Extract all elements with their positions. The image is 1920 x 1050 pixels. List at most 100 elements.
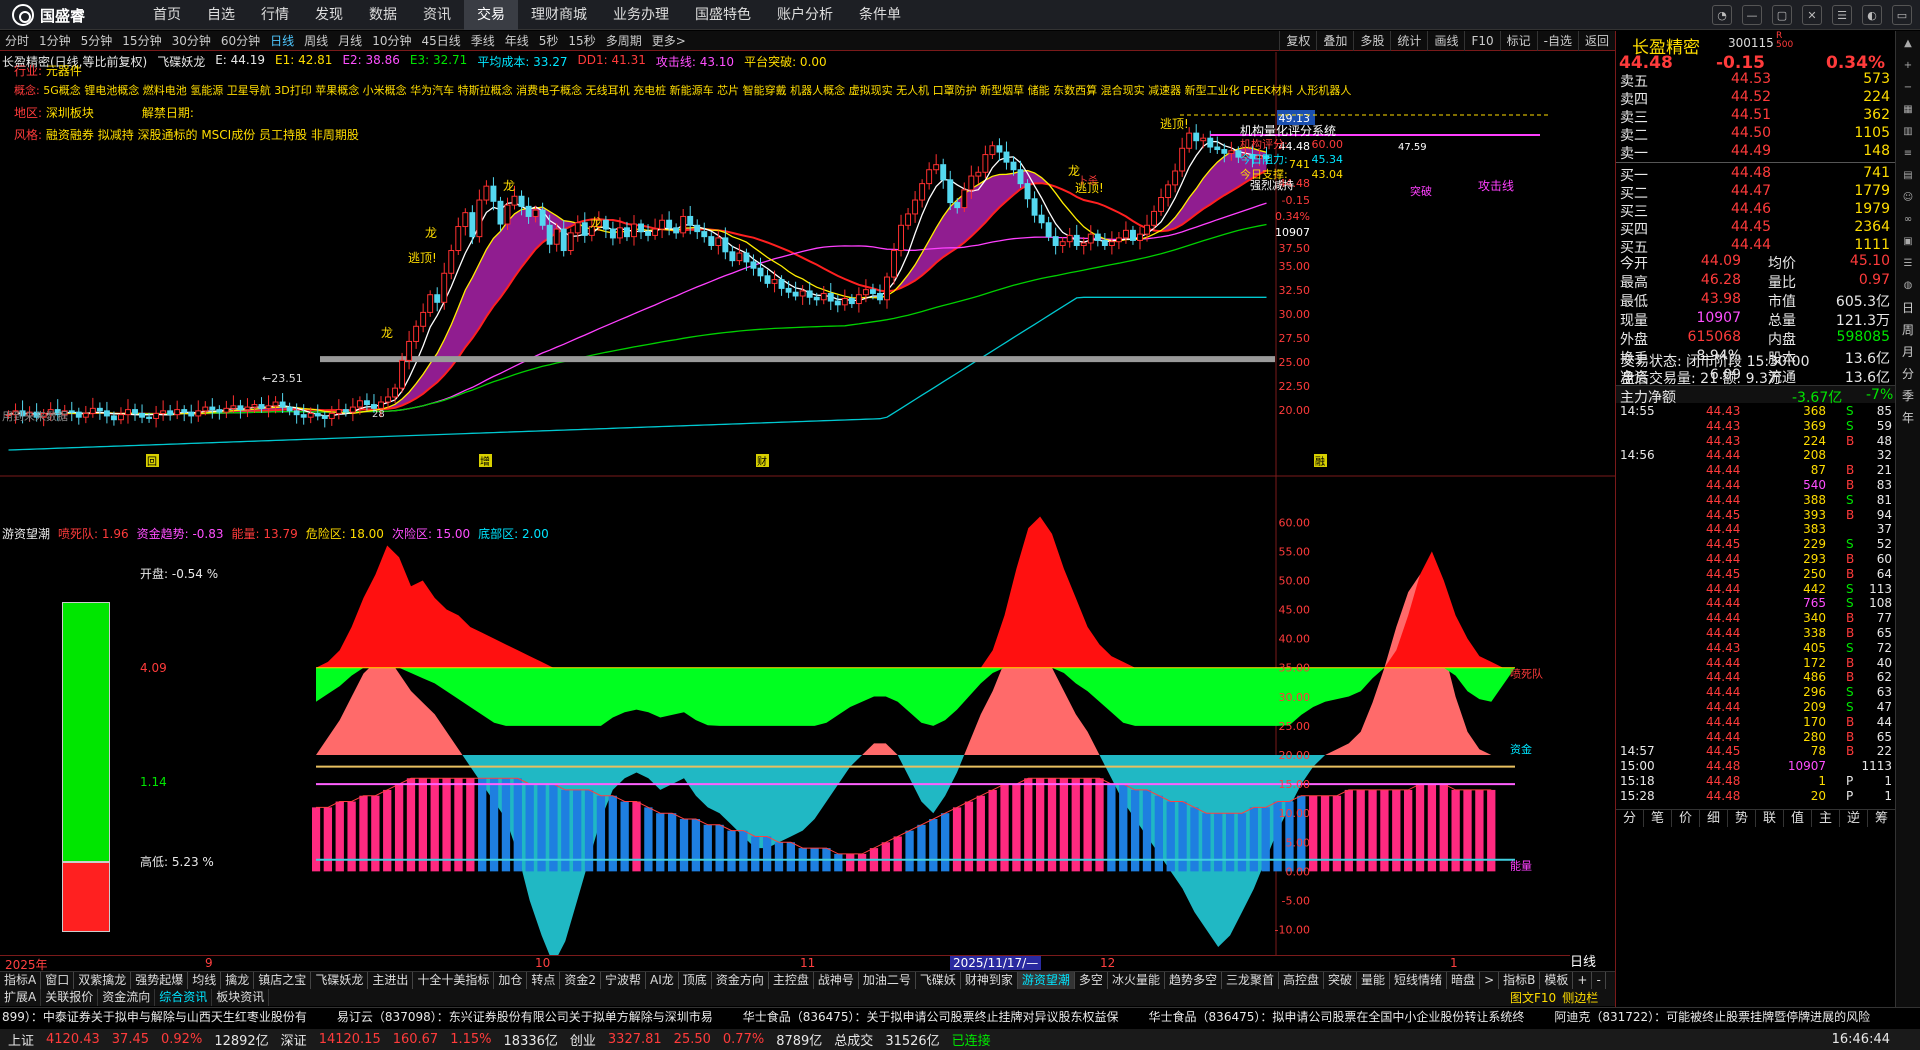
indicator-tab-12[interactable]: 资金2: [560, 972, 602, 989]
detail-tab-7[interactable]: 主: [1812, 810, 1840, 827]
indicator-tab-33[interactable]: 指标B: [1499, 972, 1541, 989]
indicator-tab-13[interactable]: 宁波帮: [601, 972, 647, 989]
period-tab-6[interactable]: 日线: [265, 31, 299, 50]
detail-tab-4[interactable]: 势: [1728, 810, 1756, 827]
indicator-tab-24[interactable]: 冰火量能: [1108, 972, 1165, 989]
indicator-tab-0[interactable]: 指标A: [0, 972, 42, 989]
period-tab-15[interactable]: 多周期: [601, 31, 647, 50]
f10-link[interactable]: 图文F10: [1510, 989, 1556, 1006]
indicator-tab-32[interactable]: >: [1480, 972, 1500, 989]
side-period-5[interactable]: 年: [1899, 409, 1917, 427]
indicator-tab-26[interactable]: 三龙聚首: [1222, 972, 1279, 989]
indicator-tab-28[interactable]: 突破: [1324, 972, 1358, 989]
menu-icon[interactable]: ▭: [1892, 5, 1912, 25]
indicator-tab-9[interactable]: 十全十美指标: [413, 972, 495, 989]
indicator-tab-34[interactable]: 模板: [1540, 972, 1574, 989]
list-icon[interactable]: ≡: [1899, 145, 1917, 163]
indicator-tab-7[interactable]: 飞碟妖龙: [311, 972, 369, 989]
restore-icon[interactable]: ▢: [1772, 5, 1792, 25]
cy-label[interactable]: 创业: [570, 1030, 596, 1049]
indicator-tab-18[interactable]: 战神号: [814, 972, 859, 989]
period-tab-2[interactable]: 5分钟: [76, 31, 118, 50]
indicator-tab-1[interactable]: 窗口: [41, 972, 75, 989]
tool-4[interactable]: 画线: [1427, 31, 1464, 51]
indicator-tab-25[interactable]: 趋势多空: [1165, 972, 1222, 989]
nav-item-11[interactable]: 条件单: [846, 0, 914, 30]
ticker-item-0[interactable]: 899）：中泰证券关于拟申与解除与山西天生红枣业股份有: [2, 1008, 307, 1029]
close-icon[interactable]: ✕: [1802, 5, 1822, 25]
chart-icon[interactable]: ▥: [1899, 123, 1917, 141]
detail-tab-1[interactable]: 笔: [1644, 810, 1672, 827]
doc-icon[interactable]: ▤: [1899, 167, 1917, 185]
indicator-tab-14[interactable]: AI龙: [646, 972, 679, 989]
sz-label[interactable]: 深证: [281, 1030, 307, 1049]
ticker-item-3[interactable]: 华士食品（836475）：拟申请公司股票在全国中小企业股份转让系统终: [1149, 1008, 1525, 1029]
period-tab-0[interactable]: 分时: [0, 31, 34, 50]
detail-tab-3[interactable]: 细: [1700, 810, 1728, 827]
arrow-up-icon[interactable]: ▲: [1899, 35, 1917, 53]
detail-tab-5[interactable]: 联: [1756, 810, 1784, 827]
indicator-tab-23[interactable]: 多空: [1075, 972, 1108, 989]
tool-1[interactable]: 叠加: [1316, 31, 1353, 51]
detail-tab-0[interactable]: 分: [1616, 810, 1644, 827]
tool-6[interactable]: 标记: [1499, 31, 1537, 51]
indicator-tab-3[interactable]: 强势起爆: [131, 972, 189, 989]
indicator-tab-22[interactable]: 游资望潮: [1017, 972, 1075, 989]
indicator-tab-8[interactable]: 主进出: [368, 972, 414, 989]
side-period-4[interactable]: 季: [1899, 387, 1917, 405]
minimize-icon[interactable]: —: [1742, 5, 1762, 25]
indicator-tab-27[interactable]: 高控盘: [1279, 972, 1324, 989]
indicator-tab-11[interactable]: 转点: [527, 972, 561, 989]
period-tab-16[interactable]: 更多>: [647, 31, 691, 50]
nav-item-3[interactable]: 发现: [302, 0, 356, 30]
user-icon[interactable]: ◐: [1862, 5, 1882, 25]
indicator-tab-6[interactable]: 镇店之宝: [254, 972, 312, 989]
news-icon[interactable]: ▣: [1899, 233, 1917, 251]
bottom-tab-3[interactable]: 综合资讯: [155, 989, 213, 1006]
indicator-tab-4[interactable]: 均线: [188, 972, 222, 989]
indicator-tab-20[interactable]: 飞碟妖: [916, 972, 961, 989]
nav-item-8[interactable]: 业务办理: [600, 0, 682, 30]
indicator-tab-21[interactable]: 财神到家: [961, 972, 1018, 989]
period-tab-14[interactable]: 15秒: [563, 31, 600, 50]
nav-item-7[interactable]: 理财商城: [518, 0, 600, 30]
period-tab-1[interactable]: 1分钟: [34, 31, 76, 50]
bottom-tab-1[interactable]: 关联报价: [41, 989, 99, 1006]
tool-3[interactable]: 统计: [1390, 31, 1427, 51]
side-period-1[interactable]: 周: [1899, 321, 1917, 339]
indicator-tab-29[interactable]: 量能: [1357, 972, 1391, 989]
bottom-tab-0[interactable]: 扩展A: [0, 989, 42, 1006]
ticker-item-1[interactable]: 易订云（837098）：东兴证券股份有限公司关于拟单方解除与深圳市易: [337, 1008, 713, 1029]
ticker-item-4[interactable]: 阿迪克（831722）：可能被终止股票挂牌暨停牌进展的风险: [1554, 1008, 1870, 1029]
bottom-tab-2[interactable]: 资金流向: [98, 989, 156, 1006]
plus-icon[interactable]: +: [1899, 57, 1917, 75]
period-tab-4[interactable]: 30分钟: [167, 31, 216, 50]
detail-tab-9[interactable]: 筹: [1868, 810, 1896, 827]
detail-tab-2[interactable]: 价: [1672, 810, 1700, 827]
nav-item-10[interactable]: 账户分析: [764, 0, 846, 30]
period-tab-13[interactable]: 5秒: [534, 31, 564, 50]
globe-icon[interactable]: ◍: [1899, 277, 1917, 295]
period-tab-11[interactable]: 季线: [466, 31, 500, 50]
ticker-item-2[interactable]: 华士食品（836475）：关于拟申请公司股票终止挂牌对异议股东权益保: [743, 1008, 1119, 1029]
indicator-tab-16[interactable]: 资金方向: [712, 972, 769, 989]
tool-5[interactable]: F10: [1464, 31, 1499, 51]
user-icon[interactable]: ☺: [1899, 189, 1917, 207]
nav-item-0[interactable]: 首页: [140, 0, 194, 30]
nav-item-1[interactable]: 自选: [194, 0, 248, 30]
period-tab-8[interactable]: 月线: [333, 31, 367, 50]
rss-icon[interactable]: ☰: [1899, 255, 1917, 273]
period-tab-10[interactable]: 45日线: [416, 31, 465, 50]
sh-label[interactable]: 上证: [8, 1030, 34, 1049]
grid-icon[interactable]: ▦: [1899, 101, 1917, 119]
minus-icon[interactable]: −: [1899, 79, 1917, 97]
indicator-tab-5[interactable]: 擒龙: [221, 972, 255, 989]
indicator-tab-17[interactable]: 主控盘: [769, 972, 814, 989]
nav-item-9[interactable]: 国盛特色: [682, 0, 764, 30]
indicator-tab-2[interactable]: 双紫擒龙: [74, 972, 132, 989]
tool-2[interactable]: 多股: [1353, 31, 1390, 51]
side-period-0[interactable]: 日: [1899, 299, 1917, 317]
settings-icon[interactable]: ☰: [1832, 5, 1852, 25]
nav-item-2[interactable]: 行情: [248, 0, 302, 30]
period-tab-9[interactable]: 10分钟: [367, 31, 416, 50]
